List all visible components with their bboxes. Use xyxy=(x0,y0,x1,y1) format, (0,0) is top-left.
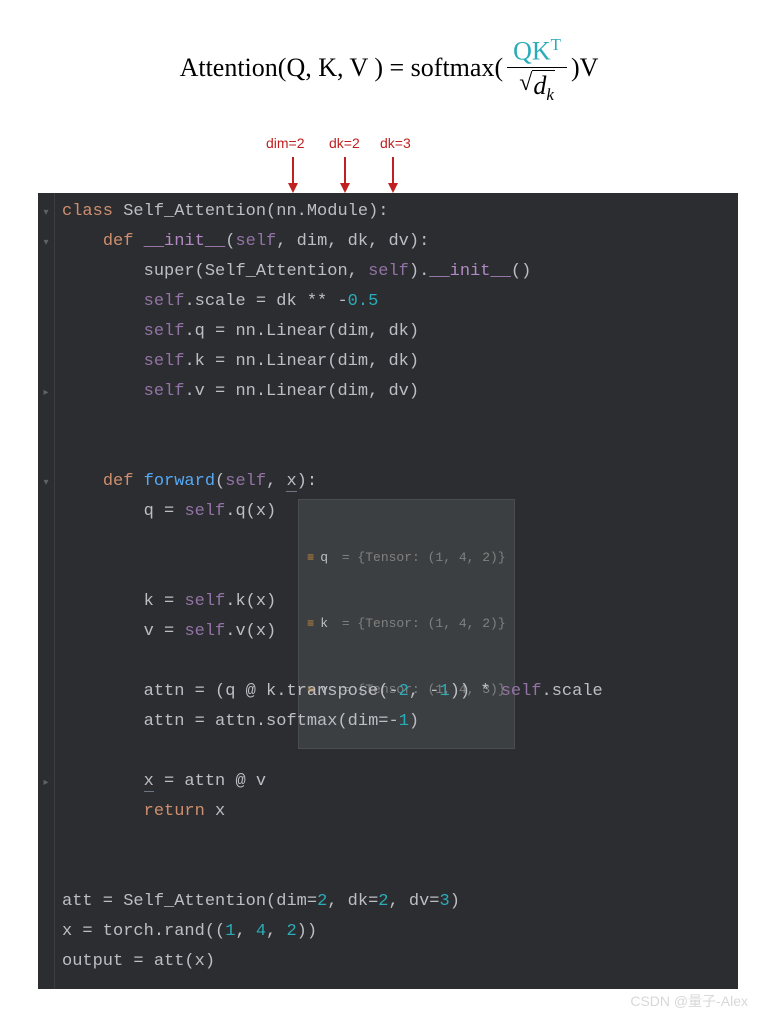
code-line xyxy=(38,407,738,437)
code-line: v = self.v(x) xyxy=(38,617,738,647)
formula-lhs-fn: Attention xyxy=(180,53,278,82)
arrow-icon xyxy=(344,157,346,185)
code-line: self.scale = dk ** -0.5 xyxy=(38,287,738,317)
code-line xyxy=(38,437,738,467)
code-line: self.q = nn.Linear(dim, dk) xyxy=(38,317,738,347)
code-line: attn = attn.softmax(dim=-1) xyxy=(38,707,738,737)
code-line: self.k = nn.Linear(dim, dk) xyxy=(38,347,738,377)
code-line: k = self.k(x) xyxy=(38,587,738,617)
code-editor: ▾ ▾ ▸ ▾ ▸ class Self_Attention(nn.Module… xyxy=(38,193,738,989)
code-line: q = self.q(x) ≡q = {Tensor: (1, 4, 2)} ≡… xyxy=(38,497,738,587)
code-line: x = torch.rand((1, 4, 2)) xyxy=(38,917,738,947)
annotation-dk: dk=2 xyxy=(329,135,360,151)
watermark: CSDN @量子-Alex xyxy=(0,991,748,1011)
code-line: self.v = nn.Linear(dim, dv) xyxy=(38,377,738,407)
code-line: att = Self_Attention(dim=2, dk=2, dv=3) xyxy=(38,887,738,917)
annotation-dim: dim=2 xyxy=(266,135,305,151)
code-line xyxy=(38,827,738,857)
formula-tail: )V xyxy=(571,53,598,82)
code-line: super(Self_Attention, self).__init__() xyxy=(38,257,738,287)
code-line: return x xyxy=(38,797,738,827)
code-line: def forward(self, x): xyxy=(38,467,738,497)
code-line: x = attn @ v xyxy=(38,767,738,797)
formula-fraction: QKT √dk xyxy=(507,35,567,105)
code-line xyxy=(38,857,738,887)
annotation-dk3: dk=3 xyxy=(380,135,411,151)
code-line: attn = (q @ k.transpose(-2, -1)) * self.… xyxy=(38,677,738,707)
formula-rhs-fn: softmax xyxy=(411,53,495,82)
code-line xyxy=(38,737,738,767)
code-line: def __init__(self, dim, dk, dv): xyxy=(38,227,738,257)
param-annotations: dim=2 dk=2 dk=3 xyxy=(38,135,738,193)
list-icon: ≡ xyxy=(307,547,314,569)
code-line xyxy=(38,647,738,677)
code-line: class Self_Attention(nn.Module): xyxy=(38,197,738,227)
attention-formula: Attention(Q, K, V ) = softmax( QKT √dk )… xyxy=(0,35,778,105)
formula-lhs-args: (Q, K, V ) xyxy=(278,53,383,82)
arrow-icon xyxy=(292,157,294,185)
arrow-icon xyxy=(392,157,394,185)
code-line: output = att(x) xyxy=(38,947,738,977)
